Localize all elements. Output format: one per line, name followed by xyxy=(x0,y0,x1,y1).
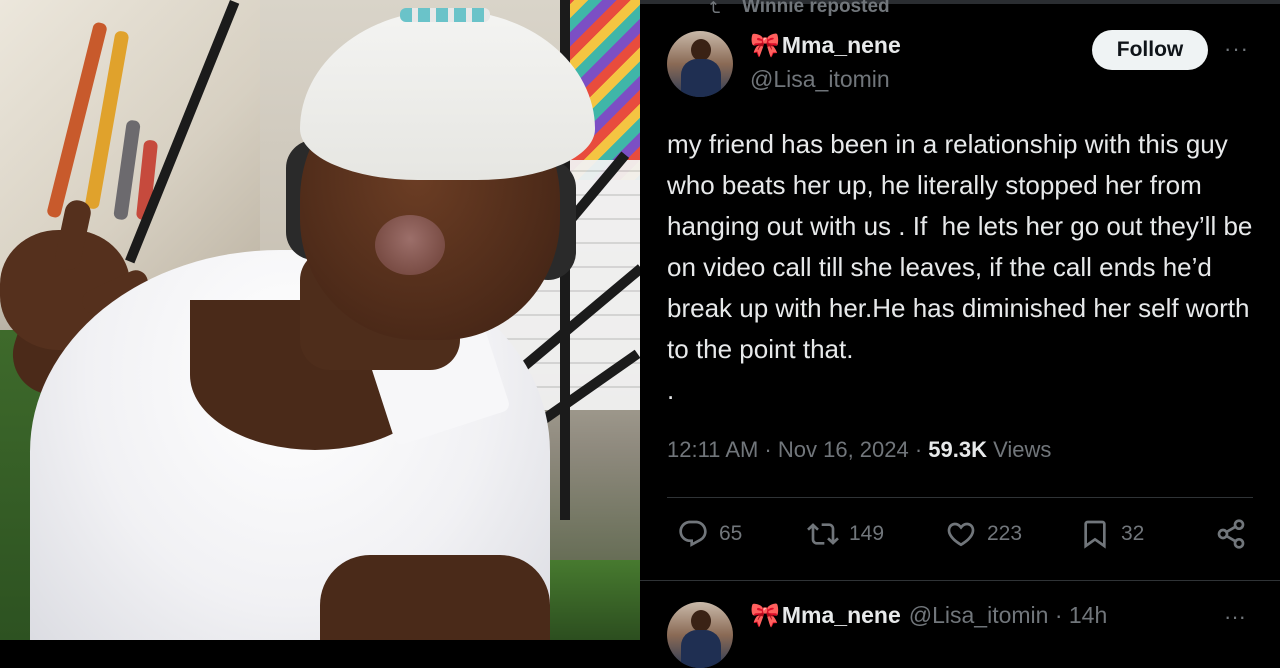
timestamp[interactable]: 12:11 AM · Nov 16, 2024 · xyxy=(667,437,928,462)
reply-display-name: Mma_nene xyxy=(781,602,901,628)
share-button[interactable] xyxy=(1215,518,1247,550)
ribbon-icon: 🎀 xyxy=(750,602,780,629)
like-count: 223 xyxy=(987,522,1023,545)
more-options-icon[interactable]: ··· xyxy=(1224,604,1246,630)
action-bar: 65 149 223 32 xyxy=(667,518,1267,562)
bookmark-icon xyxy=(1084,520,1106,549)
tweet-panel: Winnie reposted 🎀 Mma_nene @Lisa_itomin … xyxy=(640,0,1280,668)
views-count: 59.3K xyxy=(928,437,988,462)
repost-count: 149 xyxy=(849,522,885,545)
repost-button[interactable]: 149 xyxy=(807,518,884,550)
repost-icon xyxy=(710,0,720,14)
bookmark-count: 32 xyxy=(1121,522,1145,545)
lips xyxy=(375,215,445,275)
follow-button[interactable]: Follow xyxy=(1092,30,1208,70)
reply-icon xyxy=(679,520,707,547)
reply-author[interactable]: 🎀 Mma_nene @Lisa_itomin · 14h xyxy=(750,601,1107,630)
like-button[interactable]: 223 xyxy=(945,518,1022,550)
white-cap xyxy=(300,10,595,180)
reply-handle-time: @Lisa_itomin · 14h xyxy=(908,602,1108,628)
more-options-icon[interactable]: ··· xyxy=(1224,36,1249,62)
selfie-photo xyxy=(0,0,640,640)
repost-indicator[interactable]: Winnie reposted xyxy=(710,0,890,18)
cap-band xyxy=(400,8,490,22)
reply-avatar[interactable] xyxy=(667,602,733,668)
bookmark-button[interactable]: 32 xyxy=(1079,518,1144,550)
reply-count: 65 xyxy=(719,522,743,545)
divider xyxy=(640,580,1280,581)
display-name: Mma_nene xyxy=(781,32,901,58)
tweet-meta: 12:11 AM · Nov 16, 2024 · 59.3K Views xyxy=(667,437,1051,463)
heart-icon xyxy=(947,522,975,547)
views-label: Views xyxy=(993,437,1052,462)
repost-icon xyxy=(807,523,839,545)
author-handle[interactable]: @Lisa_itomin xyxy=(750,66,890,93)
ribbon-icon: 🎀 xyxy=(750,32,780,59)
reply-button[interactable]: 65 xyxy=(677,518,742,550)
forearm xyxy=(320,555,550,640)
avatar[interactable] xyxy=(667,31,733,97)
tweet-text: my friend has been in a relationship wit… xyxy=(667,129,1253,405)
divider xyxy=(667,497,1253,498)
repost-label: Winnie reposted xyxy=(742,0,890,17)
share-icon xyxy=(1217,519,1245,549)
author-name[interactable]: 🎀 Mma_nene xyxy=(750,31,901,60)
